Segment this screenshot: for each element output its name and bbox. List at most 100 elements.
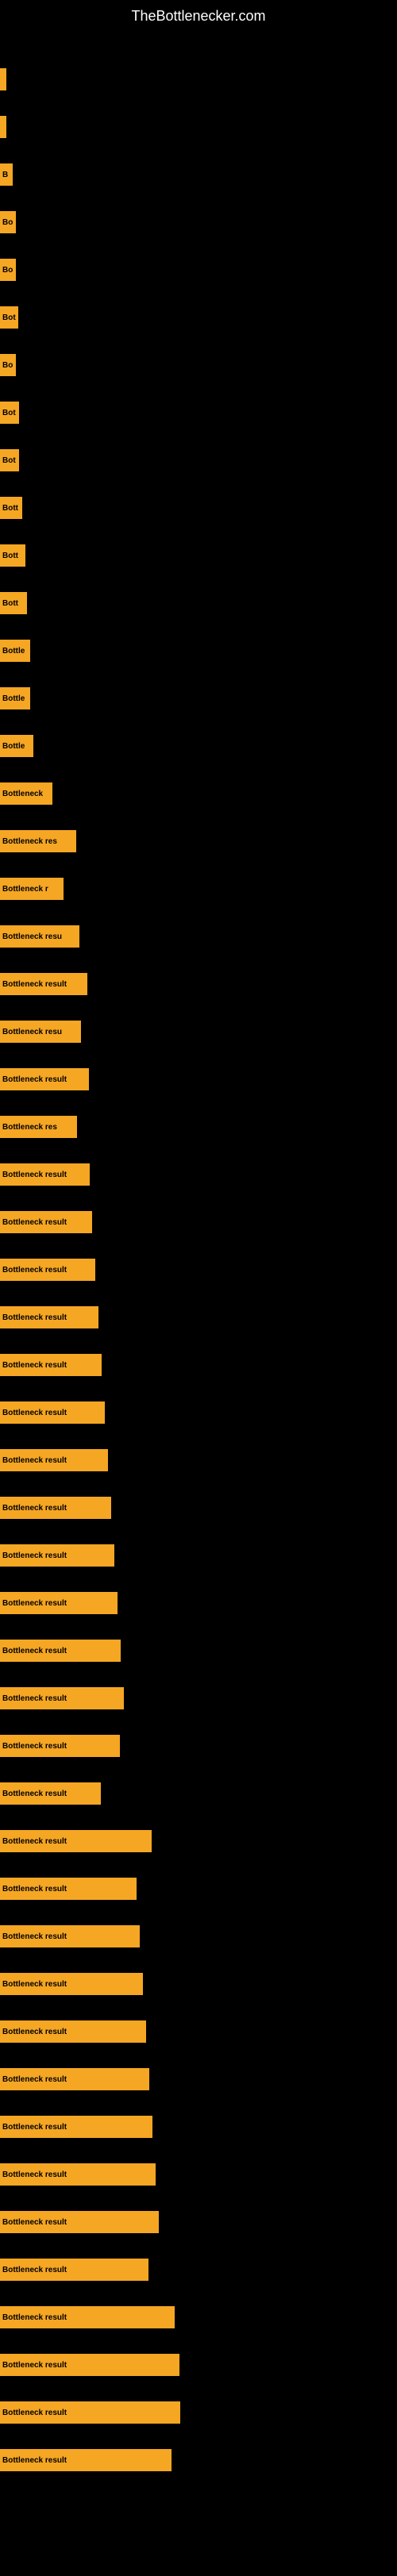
bottleneck-bar: Bottleneck result (0, 1449, 108, 1471)
bottleneck-bar: Bottleneck result (0, 2068, 149, 2090)
bottleneck-bar: Bottleneck result (0, 1211, 92, 1233)
bottleneck-bar: B (0, 163, 13, 186)
bottleneck-bar: Bott (0, 497, 22, 519)
bar-row: Bottleneck result (0, 1497, 111, 1519)
bottleneck-bar (0, 116, 6, 138)
bar-row: Bottleneck result (0, 2306, 175, 2328)
bottleneck-bar: Bot (0, 306, 18, 329)
bottleneck-bar: Bottleneck result (0, 2211, 159, 2233)
bottleneck-bar: Bottleneck result (0, 1925, 140, 1947)
bottleneck-bar: Bottleneck result (0, 1878, 137, 1900)
bar-row: Bottleneck result (0, 1259, 95, 1281)
bar-row: Bo (0, 211, 16, 233)
bar-row: Bottleneck result (0, 2163, 156, 2186)
bar-row: Bottleneck result (0, 2116, 152, 2138)
bar-row: Bo (0, 259, 16, 281)
bottleneck-bar: Bottleneck result (0, 1640, 121, 1662)
bar-row: Bottleneck result (0, 2259, 148, 2281)
bar-row: Bottleneck result (0, 2449, 172, 2471)
bottleneck-bar: Bot (0, 402, 19, 424)
bar-row: Bottleneck result (0, 1163, 90, 1186)
bottleneck-bar: Bottleneck resu (0, 1021, 81, 1043)
bottleneck-bar (0, 68, 6, 90)
bottleneck-bar: Bottle (0, 640, 30, 662)
bottleneck-bar: Bottle (0, 687, 30, 709)
bar-row: Bottleneck result (0, 1782, 101, 1805)
bar-row: Bottle (0, 735, 33, 757)
bottleneck-bar: Bottleneck (0, 782, 52, 805)
bottleneck-bar: Bottleneck result (0, 2116, 152, 2138)
bar-row: Bottleneck resu (0, 925, 79, 948)
bar-row: Bot (0, 306, 18, 329)
bar-row: Bottleneck result (0, 1925, 140, 1947)
bar-row: Bot (0, 402, 19, 424)
bar-row: Bott (0, 497, 22, 519)
bar-row: Bo (0, 354, 16, 376)
bottleneck-bar: Bottleneck result (0, 1163, 90, 1186)
bottleneck-bar: Bo (0, 259, 16, 281)
bottleneck-bar: Bot (0, 449, 19, 471)
bottleneck-bar: Bottleneck result (0, 973, 87, 995)
bottleneck-bar: Bo (0, 211, 16, 233)
bottleneck-bar: Bottleneck result (0, 1973, 143, 1995)
bar-row: Bottleneck result (0, 1973, 143, 1995)
bar-row: Bottleneck res (0, 1116, 77, 1138)
bottleneck-bar: Bottleneck result (0, 2449, 172, 2471)
bottleneck-bar: Bottleneck res (0, 830, 76, 852)
bar-row: Bottleneck result (0, 1735, 120, 1757)
bottleneck-bar: Bottleneck result (0, 1401, 105, 1424)
bar-row (0, 68, 6, 90)
bar-row: Bottleneck result (0, 1306, 98, 1328)
bar-row: Bottleneck result (0, 1401, 105, 1424)
bar-row: Bottleneck result (0, 2401, 180, 2424)
bottleneck-bar: Bottleneck result (0, 1354, 102, 1376)
bar-row: Bottleneck result (0, 973, 87, 995)
bar-row: Bottleneck result (0, 1544, 114, 1567)
bar-row: Bot (0, 449, 19, 471)
bar-row: Bott (0, 544, 25, 567)
bar-row: Bottleneck result (0, 1211, 92, 1233)
bottleneck-bar: Bottleneck result (0, 1782, 101, 1805)
bar-row: Bottleneck result (0, 1878, 137, 1900)
bar-row: Bottleneck result (0, 1449, 108, 1471)
bottleneck-bar: Bottleneck result (0, 2401, 180, 2424)
bar-row: Bottleneck res (0, 830, 76, 852)
bottleneck-bar: Bottleneck resu (0, 925, 79, 948)
bottleneck-bar: Bott (0, 592, 27, 614)
bar-row: Bottleneck result (0, 2068, 149, 2090)
bottleneck-bar: Bottle (0, 735, 33, 757)
bottleneck-bar: Bottleneck result (0, 1735, 120, 1757)
bar-row: B (0, 163, 13, 186)
bottleneck-bar: Bo (0, 354, 16, 376)
bottleneck-bar: Bottleneck result (0, 1068, 89, 1090)
bottleneck-bar: Bottleneck result (0, 2020, 146, 2043)
bottleneck-bar: Bottleneck result (0, 2306, 175, 2328)
bottleneck-bar: Bottleneck result (0, 1306, 98, 1328)
bar-row: Bottleneck result (0, 1592, 118, 1614)
bar-row: Bottleneck r (0, 878, 64, 900)
bar-row: Bottle (0, 640, 30, 662)
bar-row: Bott (0, 592, 27, 614)
bottleneck-bar: Bottleneck result (0, 2259, 148, 2281)
bottleneck-bar: Bottleneck r (0, 878, 64, 900)
bar-row: Bottleneck result (0, 1068, 89, 1090)
bar-row: Bottleneck result (0, 1687, 124, 1709)
bottleneck-bar: Bottleneck result (0, 1830, 152, 1852)
bar-row: Bottleneck result (0, 2211, 159, 2233)
bottleneck-bar: Bottleneck result (0, 2354, 179, 2376)
bottleneck-bar: Bottleneck result (0, 1544, 114, 1567)
bar-row: Bottleneck resu (0, 1021, 81, 1043)
bar-row: Bottleneck result (0, 1830, 152, 1852)
bar-row: Bottleneck result (0, 1354, 102, 1376)
bottleneck-bar: Bott (0, 544, 25, 567)
bar-row: Bottle (0, 687, 30, 709)
bottleneck-bar: Bottleneck result (0, 1687, 124, 1709)
bottleneck-bar: Bottleneck result (0, 1497, 111, 1519)
bar-row: Bottleneck result (0, 2354, 179, 2376)
bar-row: Bottleneck (0, 782, 52, 805)
bottleneck-bar: Bottleneck result (0, 1592, 118, 1614)
bottleneck-bar: Bottleneck res (0, 1116, 77, 1138)
site-title: TheBottlenecker.com (0, 0, 397, 37)
bottleneck-bar: Bottleneck result (0, 1259, 95, 1281)
bar-row: Bottleneck result (0, 2020, 146, 2043)
